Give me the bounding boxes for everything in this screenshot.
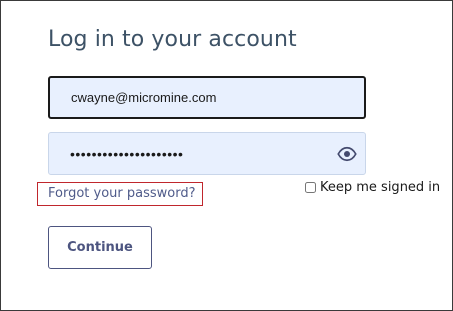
email-field[interactable]	[50, 78, 364, 117]
email-field-container[interactable]	[48, 76, 366, 119]
keep-signed-in-label: Keep me signed in	[320, 180, 441, 195]
password-field[interactable]	[49, 133, 365, 174]
continue-button[interactable]: Continue	[48, 226, 152, 269]
keep-signed-in-checkbox[interactable]	[305, 182, 316, 193]
password-field-container[interactable]	[48, 132, 366, 175]
page-title: Log in to your account	[48, 27, 297, 52]
login-panel: Log in to your account Forgot your passw…	[0, 0, 453, 311]
forgot-password-link[interactable]: Forgot your password?	[48, 186, 196, 201]
eye-icon[interactable]	[337, 144, 357, 164]
keep-signed-in[interactable]: Keep me signed in	[305, 180, 440, 195]
